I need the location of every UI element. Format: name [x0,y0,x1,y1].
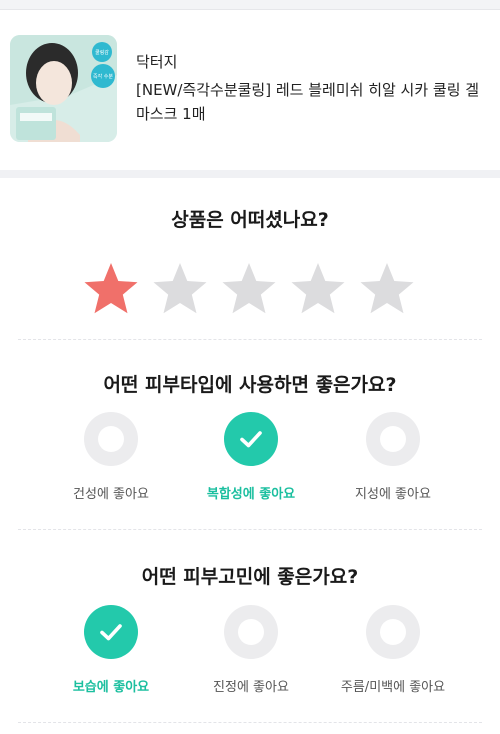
star-icon [291,263,345,314]
dashed-divider [18,722,482,723]
rating-question: 상품은 어떠셨나요? [171,209,329,231]
option-label: 주름/미백에 좋아요 [340,680,446,695]
radio-circle-icon [366,412,420,466]
star-rating[interactable] [80,258,420,322]
star-2[interactable] [149,258,211,320]
option-moisture[interactable]: 보습에 좋아요 [31,605,191,695]
product-brand: 닥터지 [136,53,178,71]
star-icon [222,263,276,314]
skin-concern-question: 어떤 피부고민에 좋은가요? [141,566,359,588]
radio-circle-icon [224,605,278,659]
dashed-divider [18,339,482,340]
star-1[interactable] [80,258,142,320]
badge-moisture: 즉각 수분 [93,73,113,80]
radio-circle-icon [366,605,420,659]
star-4[interactable] [287,258,349,320]
check-circle-icon [84,605,138,659]
badge-cooling: 쿨링감 [95,49,109,56]
checkmark-icon [240,431,262,448]
skin-type-question: 어떤 피부타입에 사용하면 좋은가요? [103,374,397,396]
option-dry-skin[interactable]: 건성에 좋아요 [31,412,191,502]
option-label: 진정에 좋아요 [213,680,289,695]
product-card: 쿨링감 즉각 수분 닥터지 [NEW/즉각수분쿨링] 레드 블레미쉬 히알 시카… [0,10,500,170]
check-circle-icon [224,412,278,466]
radio-circle-icon [84,412,138,466]
option-label: 지성에 좋아요 [355,487,431,502]
star-5[interactable] [356,258,418,320]
dashed-divider [18,529,482,530]
product-thumbnail: 쿨링감 즉각 수분 [10,35,117,142]
star-icon [153,263,207,314]
option-label: 건성에 좋아요 [73,487,149,502]
product-name: [NEW/즉각수분쿨링] 레드 블레미쉬 히알 시카 쿨링 겔 마스크 1매 [136,81,480,123]
checkmark-icon [100,624,122,641]
option-wrinkle-whitening[interactable]: 주름/미백에 좋아요 [313,605,473,695]
option-label: 보습에 좋아요 [72,680,150,695]
product-photo: 쿨링감 즉각 수분 [10,35,117,142]
section-divider [0,170,500,178]
option-label: 복합성에 좋아요 [206,487,296,502]
option-oily-skin[interactable]: 지성에 좋아요 [313,412,473,502]
option-soothing[interactable]: 진정에 좋아요 [171,605,331,695]
star-icon [84,263,138,314]
star-icon [360,263,414,314]
star-3[interactable] [218,258,280,320]
top-separator [0,0,500,10]
option-combination-skin[interactable]: 복합성에 좋아요 [171,412,331,502]
